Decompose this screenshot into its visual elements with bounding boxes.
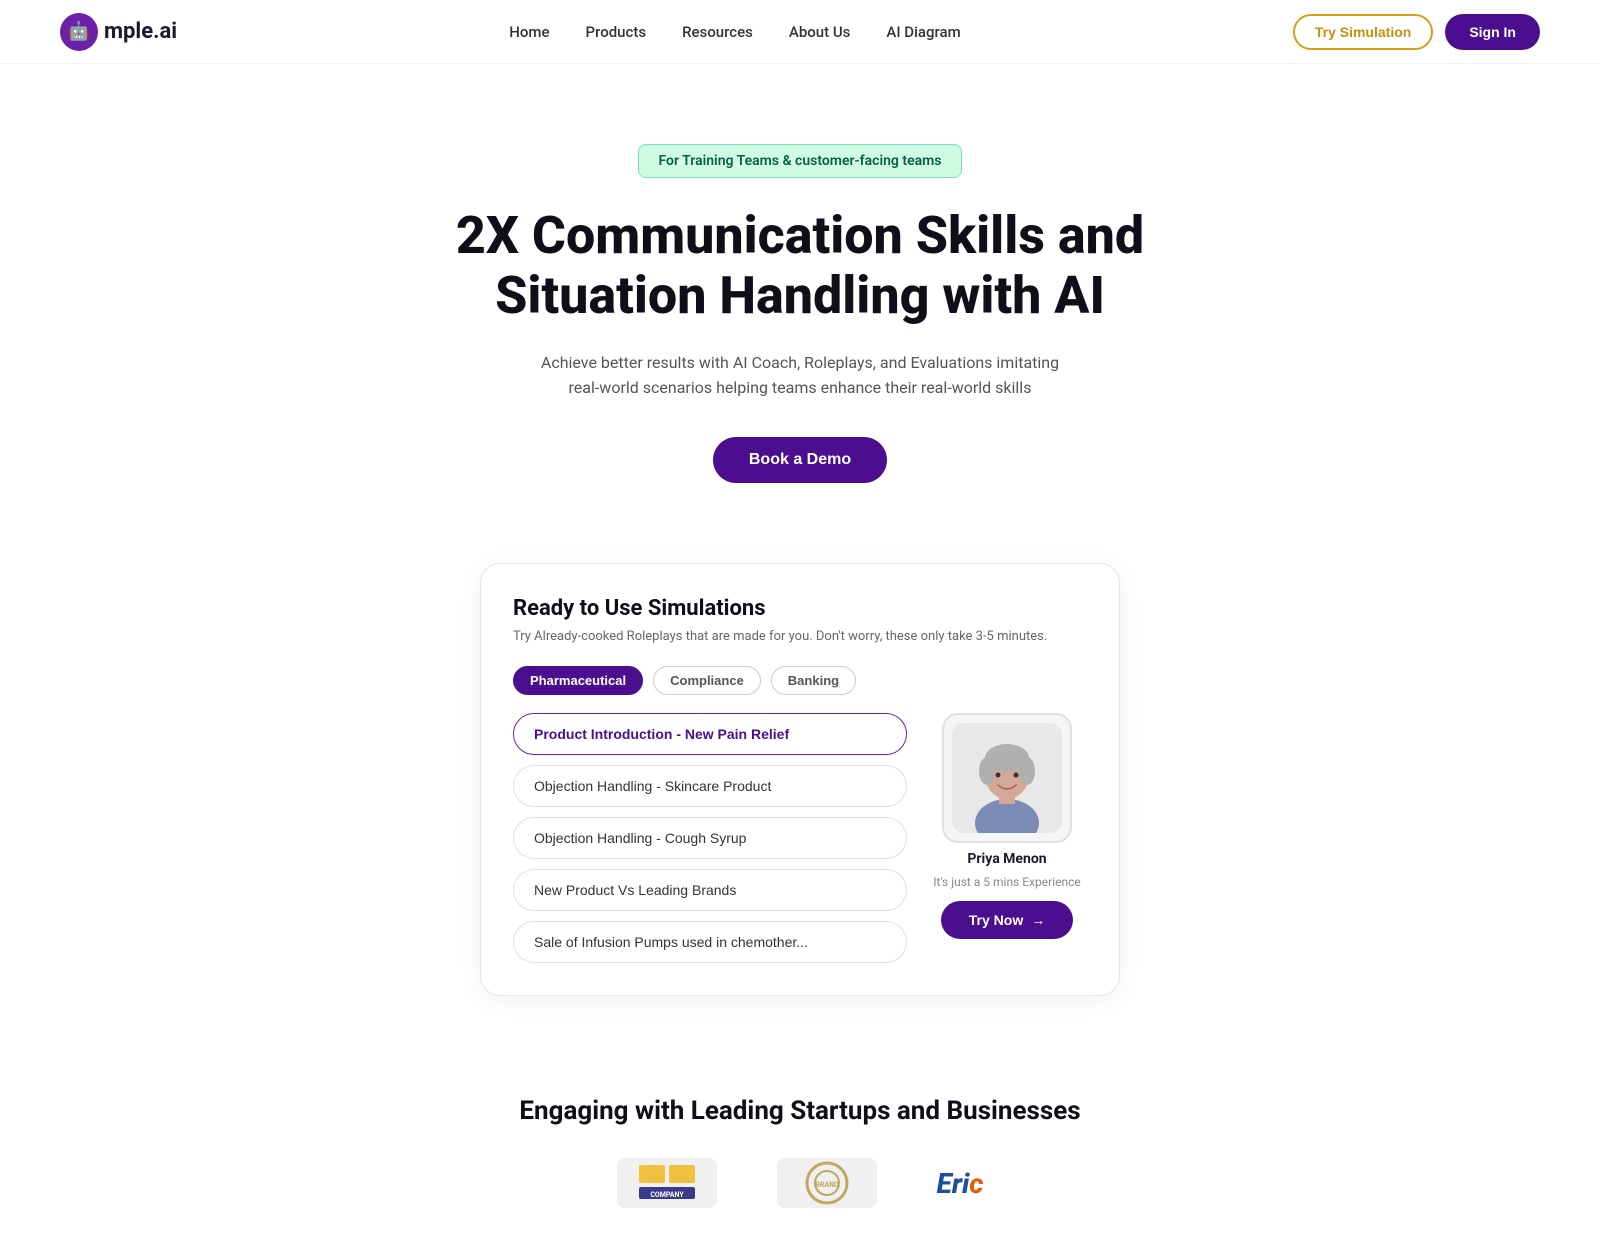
nav-actions: Try Simulation Sign In: [1293, 14, 1540, 50]
brand-logos: COMPANY BRAND Eric: [20, 1158, 1580, 1228]
nav-home[interactable]: Home: [509, 23, 549, 41]
simulation-card: Ready to Use Simulations Try Already-coo…: [480, 563, 1120, 997]
sim-item-2[interactable]: Objection Handling - Cough Syrup: [513, 817, 907, 859]
sim-item-0[interactable]: Product Introduction - New Pain Relief: [513, 713, 907, 755]
tab-compliance[interactable]: Compliance: [653, 666, 761, 695]
sim-item-3[interactable]: New Product Vs Leading Brands: [513, 869, 907, 911]
sim-profile: Priya Menon It's just a 5 mins Experienc…: [927, 713, 1087, 939]
hero-section: For Training Teams & customer-facing tea…: [0, 64, 1600, 523]
sim-item-1[interactable]: Objection Handling - Skincare Product: [513, 765, 907, 807]
brand-2-svg: BRAND: [787, 1158, 867, 1208]
svg-text:COMPANY: COMPANY: [650, 1191, 684, 1199]
nav-products[interactable]: Products: [586, 23, 647, 41]
nav-about[interactable]: About Us: [789, 23, 851, 41]
sign-in-button[interactable]: Sign In: [1445, 14, 1540, 50]
tab-pharmaceutical[interactable]: Pharmaceutical: [513, 666, 643, 695]
arrow-icon: →: [1031, 912, 1045, 928]
simulation-section: Ready to Use Simulations Try Already-coo…: [0, 523, 1600, 1057]
sim-content: Product Introduction - New Pain Relief O…: [513, 713, 1087, 963]
hero-badge: For Training Teams & customer-facing tea…: [638, 144, 963, 178]
brand-eric: Eric: [937, 1167, 984, 1200]
brand-logo-1: COMPANY: [617, 1158, 717, 1208]
nav-links: Home Products Resources About Us AI Diag…: [509, 22, 960, 41]
engaging-section: Engaging with Leading Startups and Busin…: [0, 1056, 1600, 1248]
book-demo-button[interactable]: Book a Demo: [713, 437, 887, 483]
hero-title: 2X Communication Skills and Situation Ha…: [450, 206, 1150, 326]
brand-1-svg: COMPANY: [637, 1163, 697, 1203]
engaging-title: Engaging with Leading Startups and Busin…: [20, 1096, 1580, 1126]
sim-item-4[interactable]: Sale of Infusion Pumps used in chemother…: [513, 921, 907, 963]
sim-card-title: Ready to Use Simulations: [513, 596, 1087, 621]
nav-resources[interactable]: Resources: [682, 23, 753, 41]
sim-tabs: Pharmaceutical Compliance Banking: [513, 666, 1087, 695]
sim-profile-name: Priya Menon: [967, 851, 1046, 867]
sim-avatar: [942, 713, 1072, 843]
sim-experience-text: It's just a 5 mins Experience: [933, 875, 1081, 889]
avatar-svg: [952, 723, 1062, 833]
logo-text: mple.ai: [104, 19, 177, 44]
brand-eric-text: Eric: [937, 1167, 984, 1200]
try-now-label: Try Now: [969, 912, 1023, 928]
navbar: 🤖 mple.ai Home Products Resources About …: [0, 0, 1600, 64]
tab-banking[interactable]: Banking: [771, 666, 856, 695]
nav-ai-diagram[interactable]: AI Diagram: [886, 23, 960, 41]
hero-subtitle: Achieve better results with AI Coach, Ro…: [530, 350, 1070, 401]
try-now-button[interactable]: Try Now →: [941, 901, 1073, 939]
try-simulation-button[interactable]: Try Simulation: [1293, 14, 1433, 50]
brand-logo-2: BRAND: [777, 1158, 877, 1208]
logo-icon: 🤖: [60, 13, 98, 51]
svg-text:BRAND: BRAND: [815, 1181, 839, 1189]
sim-card-subtitle: Try Already-cooked Roleplays that are ma…: [513, 627, 1087, 647]
logo[interactable]: 🤖 mple.ai: [60, 13, 177, 51]
sim-list: Product Introduction - New Pain Relief O…: [513, 713, 907, 963]
